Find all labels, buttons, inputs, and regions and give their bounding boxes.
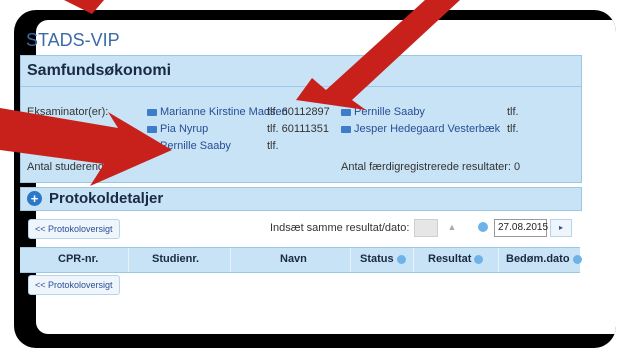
arrow-top-left-icon	[64, 0, 104, 14]
arrow-left-icon	[0, 108, 172, 186]
annotation-arrows	[0, 0, 460, 186]
arrow-top-right-icon	[296, 0, 460, 110]
